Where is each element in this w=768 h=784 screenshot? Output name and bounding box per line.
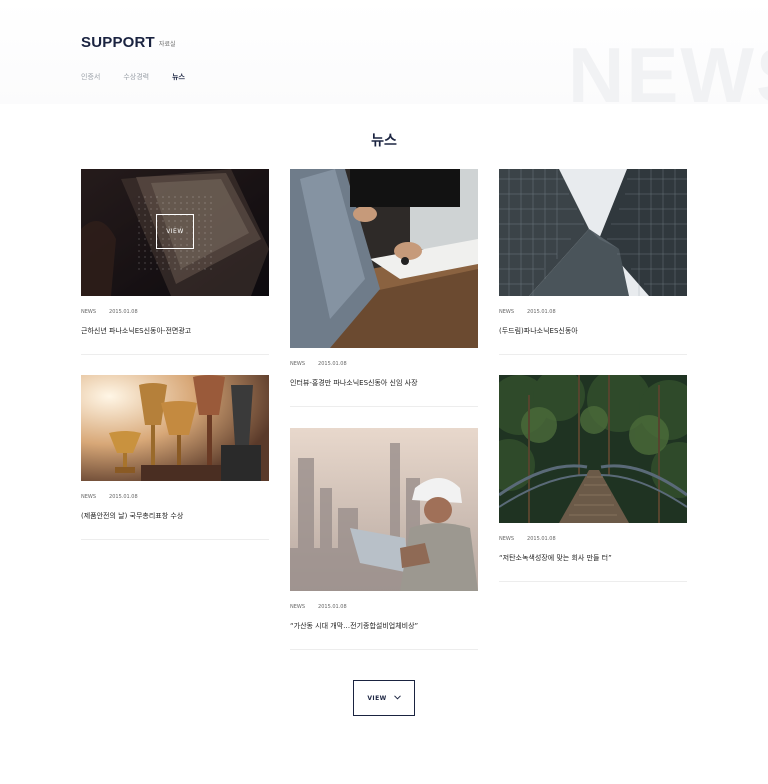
card-category: NEWS bbox=[81, 309, 97, 315]
card-category: NEWS bbox=[81, 494, 97, 500]
card-divider bbox=[290, 406, 478, 407]
card-category: NEWS bbox=[499, 309, 515, 315]
card-thumbnail-bridge[interactable] bbox=[499, 375, 687, 523]
tab-certificates[interactable]: 인증서 bbox=[81, 72, 100, 82]
card-meta: NEWS 2015.01.08 bbox=[81, 309, 269, 315]
card-category: NEWS bbox=[499, 536, 515, 542]
card-headline[interactable]: (두드림)파나소닉ES신동아 bbox=[499, 326, 687, 336]
news-card[interactable]: VIEW NEWS 2015.01.08 근하신년 파나소닉ES신동아-전면광고 bbox=[81, 169, 269, 355]
card-meta: NEWS 2015.01.08 bbox=[290, 361, 478, 367]
page-header: NEWS SUPPORT 자료실 인증서 수상경력 뉴스 bbox=[0, 0, 768, 114]
view-overlay-button[interactable]: VIEW bbox=[156, 214, 194, 249]
card-date: 2015.01.08 bbox=[527, 536, 556, 542]
card-headline[interactable]: “가산동 시대 개막…전기종합설비업체비상” bbox=[290, 621, 478, 631]
card-headline[interactable]: (제품안전의 날) 국무총리표창 수상 bbox=[81, 511, 269, 521]
card-date: 2015.01.08 bbox=[318, 604, 347, 610]
card-headline[interactable]: “저탄소녹색성장에 맞는 회사 만들 터” bbox=[499, 553, 687, 563]
glass-towers-photo bbox=[499, 169, 687, 296]
brand: SUPPORT 자료실 bbox=[81, 34, 175, 51]
card-headline[interactable]: 인터뷰-홍경만 파나소닉ES신동아 신임 사장 bbox=[290, 378, 478, 388]
card-thumbnail-towers[interactable] bbox=[499, 169, 687, 296]
view-more-label: VIEW bbox=[367, 694, 387, 702]
forest-bridge-photo bbox=[499, 375, 687, 523]
news-card[interactable]: NEWS 2015.01.08 인터뷰-홍경만 파나소닉ES신동아 신임 사장 bbox=[290, 169, 478, 407]
tab-awards[interactable]: 수상경력 bbox=[123, 72, 149, 82]
tab-news[interactable]: 뉴스 bbox=[172, 72, 185, 82]
trophies-photo bbox=[81, 375, 269, 481]
card-category: NEWS bbox=[290, 604, 306, 610]
engineer-refinery-photo bbox=[290, 428, 478, 591]
page-title: SUPPORT bbox=[81, 34, 155, 51]
card-divider bbox=[290, 649, 478, 650]
card-headline[interactable]: 근하신년 파나소닉ES신동아-전면광고 bbox=[81, 326, 269, 336]
news-card[interactable]: NEWS 2015.01.08 (두드림)파나소닉ES신동아 bbox=[499, 169, 687, 355]
news-card[interactable]: NEWS 2015.01.08 (제품안전의 날) 국무총리표창 수상 bbox=[81, 375, 269, 540]
news-card[interactable]: NEWS 2015.01.08 “저탄소녹색성장에 맞는 회사 만들 터” bbox=[499, 375, 687, 582]
card-divider bbox=[81, 354, 269, 355]
card-date: 2015.01.08 bbox=[109, 309, 138, 315]
card-thumbnail-desk[interactable] bbox=[290, 169, 478, 348]
card-date: 2015.01.08 bbox=[527, 309, 556, 315]
card-meta: NEWS 2015.01.08 bbox=[499, 309, 687, 315]
writing-desk-photo bbox=[290, 169, 478, 348]
news-card[interactable]: NEWS 2015.01.08 “가산동 시대 개막…전기종합설비업체비상” bbox=[290, 428, 478, 650]
background-watermark-word: NEWS bbox=[568, 31, 768, 119]
card-thumbnail-book[interactable]: VIEW bbox=[81, 169, 269, 296]
card-meta: NEWS 2015.01.08 bbox=[290, 604, 478, 610]
card-thumbnail-trophies[interactable] bbox=[81, 375, 269, 481]
card-date: 2015.01.08 bbox=[318, 361, 347, 367]
card-category: NEWS bbox=[290, 361, 306, 367]
view-more-button[interactable]: VIEW bbox=[353, 680, 415, 716]
card-thumbnail-engineer[interactable] bbox=[290, 428, 478, 591]
page-subtitle: 자료실 bbox=[158, 41, 176, 48]
card-divider bbox=[499, 581, 687, 582]
chevron-down-icon bbox=[393, 694, 401, 702]
card-meta: NEWS 2015.01.08 bbox=[81, 494, 269, 500]
sub-nav-tabs: 인증서 수상경력 뉴스 bbox=[81, 72, 208, 82]
card-divider bbox=[81, 539, 269, 540]
section-title: 뉴스 bbox=[371, 133, 397, 149]
card-divider bbox=[499, 354, 687, 355]
card-meta: NEWS 2015.01.08 bbox=[499, 536, 687, 542]
card-date: 2015.01.08 bbox=[109, 494, 138, 500]
